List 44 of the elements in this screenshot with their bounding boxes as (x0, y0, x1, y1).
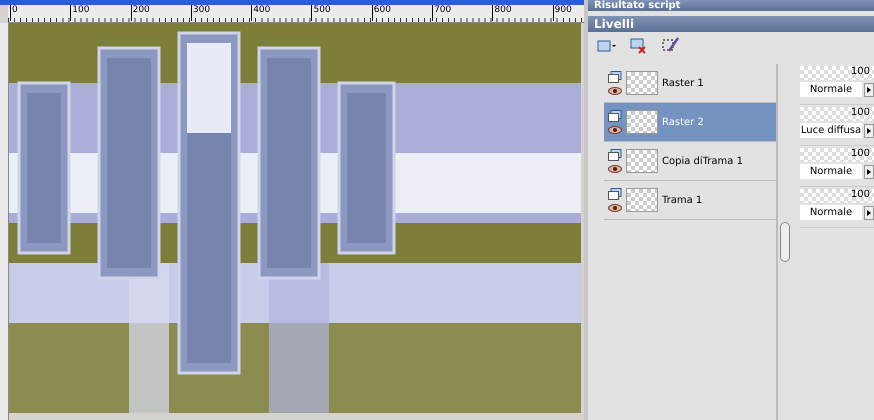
layer-name: Raster 1 (662, 78, 704, 88)
layer-name: Raster 2 (662, 116, 704, 128)
ruler-label: 300 (190, 5, 252, 21)
opacity-field[interactable]: 100 (800, 189, 874, 203)
layer-row[interactable]: Trama 1 (604, 181, 776, 220)
layer-icon[interactable] (608, 71, 622, 83)
blend-mode-field[interactable]: Normale (800, 82, 862, 97)
caret-icon (867, 168, 871, 174)
ruler-label: 600 (372, 5, 432, 21)
panel-splitter[interactable] (780, 222, 790, 262)
dropdown-button[interactable] (864, 164, 874, 178)
opacity-field[interactable]: 100 (800, 148, 874, 162)
layer-name: Copia diTrama 1 (662, 156, 743, 166)
opacity-field[interactable]: 100 (800, 107, 874, 121)
ruler-label: 0 (10, 5, 70, 21)
eye-icon[interactable] (608, 87, 622, 95)
eye-icon[interactable] (608, 204, 622, 212)
blend-mode-field[interactable]: Luce diffusa (800, 123, 862, 138)
layer-thumbnail (626, 110, 658, 134)
caret-icon (867, 128, 871, 134)
dropdown-button[interactable] (864, 82, 874, 96)
eye-icon[interactable] (608, 165, 622, 173)
ruler-label: 700 (432, 5, 492, 21)
opacity-field[interactable]: 100 (800, 66, 874, 80)
dropdown-button[interactable] (864, 124, 874, 138)
ruler-label: 500 (311, 5, 372, 21)
caret-icon (867, 210, 871, 216)
dropdown-button[interactable] (864, 206, 874, 220)
caret-icon (867, 86, 871, 92)
eye-icon[interactable] (608, 126, 622, 134)
layer-icon[interactable] (608, 188, 622, 200)
layer-icon[interactable] (608, 149, 622, 161)
blend-mode-field[interactable]: Normale (800, 205, 862, 220)
layer-thumbnail (626, 71, 658, 95)
ruler-label: 800 (492, 5, 553, 21)
layer-thumbnail (626, 149, 658, 173)
layer-icon[interactable] (608, 110, 622, 122)
layer-row[interactable]: Copia diTrama 1 (604, 142, 776, 181)
ruler-label: 200 (130, 5, 191, 21)
ruler-label: 400 (251, 5, 312, 21)
blend-mode-field[interactable]: Normale (800, 164, 862, 179)
ruler-label: 100 (70, 5, 131, 21)
layer-name: Trama 1 (662, 194, 702, 206)
layer-thumbnail (626, 188, 658, 212)
